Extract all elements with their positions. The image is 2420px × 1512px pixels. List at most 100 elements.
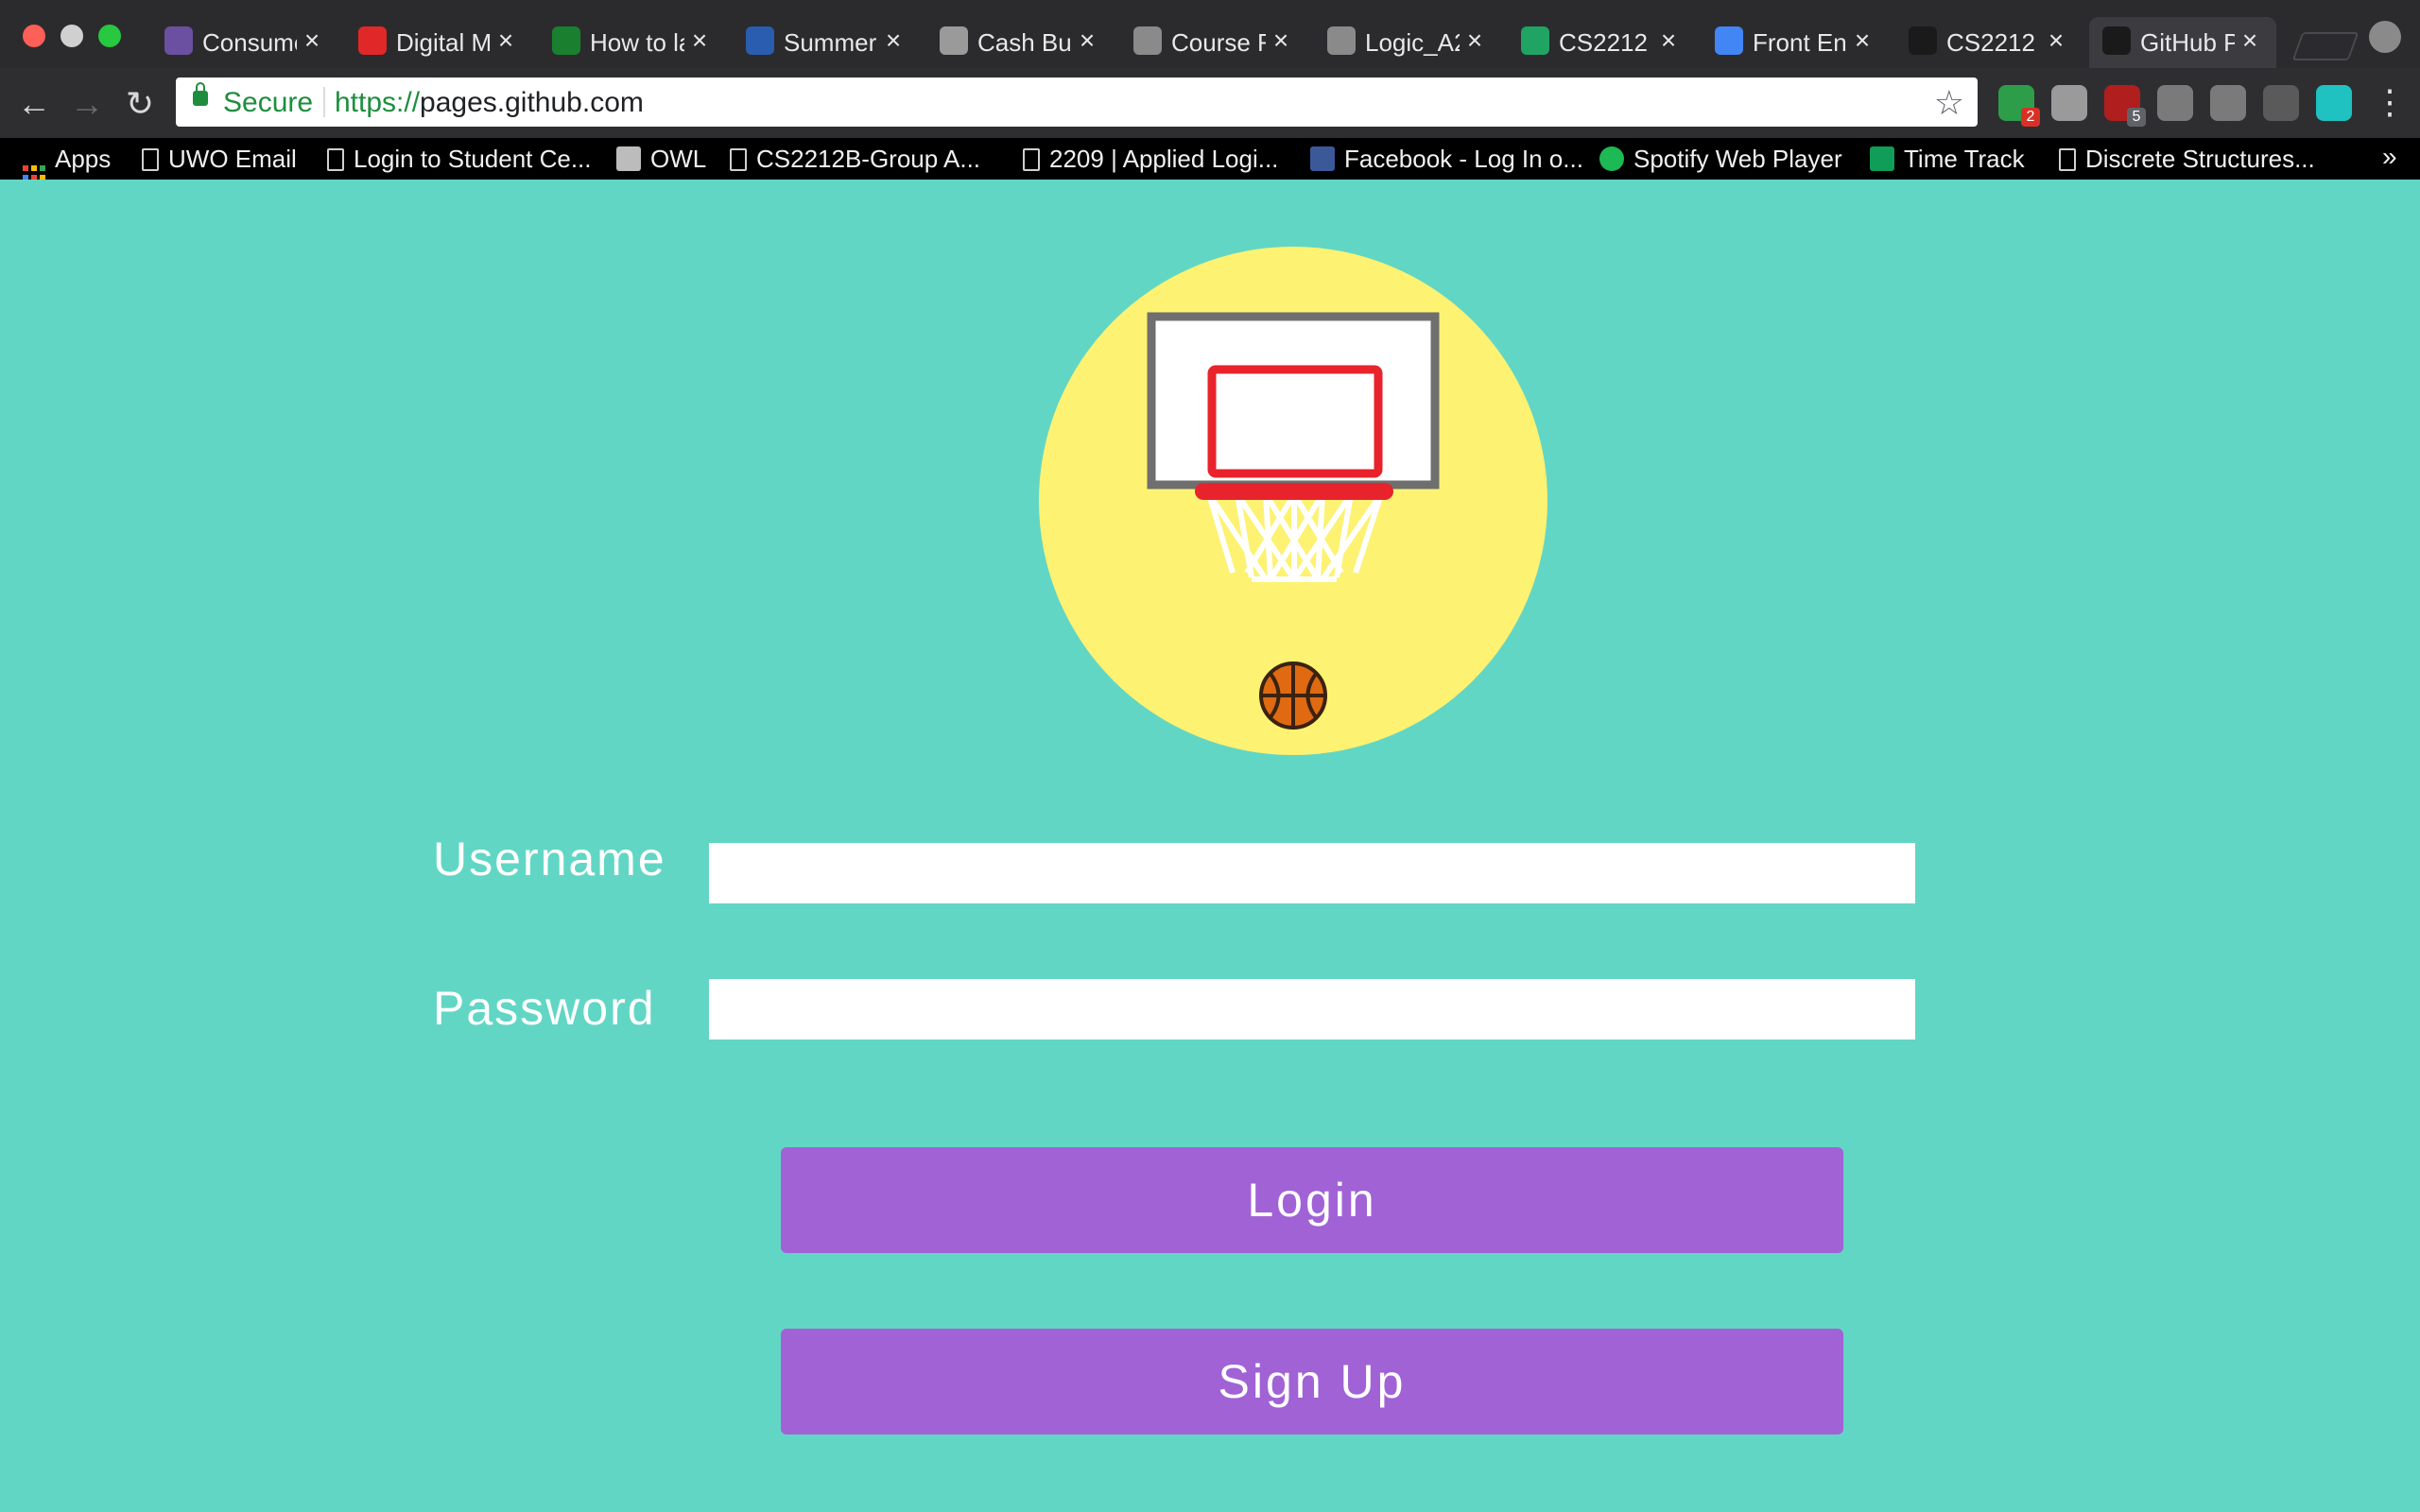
facebook-icon [1310, 146, 1335, 171]
gdocs-favicon [1715, 26, 1743, 55]
bookmark-label: OWL [650, 145, 707, 173]
bookmark-star-icon[interactable]: ☆ [1934, 83, 1964, 123]
doc-icon [1023, 148, 1040, 171]
green-extension-icon[interactable]: 2 [1998, 85, 2040, 127]
drive-favicon [1521, 26, 1549, 55]
tab-close-icon[interactable]: × [1270, 26, 1292, 55]
tab-close-icon[interactable]: × [301, 26, 323, 55]
lock-icon [193, 82, 208, 106]
tab-title: CS2212 [1946, 28, 2035, 57]
tab-title: Course F [1171, 28, 1266, 57]
browser-tab[interactable]: Front En × [1702, 17, 1889, 68]
tab-close-icon[interactable]: × [688, 26, 711, 55]
browser-tab[interactable]: Digital M × [345, 17, 532, 68]
basketball-hoop-icon [1147, 312, 1440, 730]
browser-tab[interactable]: Course F × [1120, 17, 1307, 68]
tab-title: Summer [784, 28, 877, 57]
video-favicon [552, 26, 580, 55]
profile-icon[interactable] [2369, 21, 2401, 53]
doc-favicon [1327, 26, 1356, 55]
page-content: Username Password Login Sign Up [0, 180, 2420, 1512]
tab-close-icon[interactable]: × [494, 26, 517, 55]
password-input[interactable] [709, 979, 1915, 1040]
bookmark-item[interactable]: UWO Email [142, 142, 297, 176]
bank-favicon [746, 26, 774, 55]
bookmark-item[interactable]: Login to Student Ce... [327, 142, 592, 176]
forward-arrow-icon[interactable]: → [68, 85, 106, 123]
browser-tab[interactable]: CS2212 × [1895, 17, 2083, 68]
bookmark-label: Apps [55, 145, 112, 173]
ublock-extension-icon[interactable]: 5 [2104, 85, 2146, 127]
tab-title: CS2212 [1559, 28, 1648, 57]
signup-button[interactable]: Sign Up [781, 1329, 1843, 1435]
browser-tab[interactable]: How to la × [539, 17, 726, 68]
bookmark-item[interactable]: Discrete Structures... [2059, 142, 2315, 176]
m-extension-icon[interactable] [2316, 85, 2352, 121]
tab-close-icon[interactable]: × [1851, 26, 1874, 55]
reload-icon[interactable]: ↻ [121, 85, 159, 123]
tab-close-icon[interactable]: × [2045, 26, 2067, 55]
username-label: Username [433, 833, 666, 885]
tab-title: Cash Bu [977, 28, 1072, 57]
url-host: pages.github.com [420, 87, 644, 118]
tab-title: GitHub P [2140, 28, 2235, 57]
url-scheme: https:// [335, 87, 421, 118]
extension-badge: 2 [2021, 108, 2040, 127]
tab-close-icon[interactable]: × [882, 26, 905, 55]
chrome-menu-icon[interactable]: ⋮ [2373, 85, 2407, 123]
browser-tab[interactable]: Logic_A2 × [1314, 17, 1501, 68]
digital-favicon [358, 26, 387, 55]
maximize-window-button[interactable] [98, 25, 121, 47]
address-bar[interactable]: Secure https://pages.github.com ☆ [176, 77, 1978, 127]
bookmark-label: UWO Email [168, 145, 297, 173]
extension-badge: 5 [2127, 108, 2146, 127]
browser-tab[interactable]: Cash Bu × [926, 17, 1114, 68]
browser-tab[interactable]: Consume× [151, 17, 338, 68]
tab-title: How to la [590, 28, 684, 57]
tab-close-icon[interactable]: × [1463, 26, 1486, 55]
doc-icon [730, 148, 747, 171]
browser-tab[interactable]: CS2212 × [1508, 17, 1695, 68]
tab-title: Logic_A2 [1365, 28, 1460, 57]
color-extension-icon[interactable] [2263, 85, 2299, 121]
close-window-button[interactable] [23, 25, 45, 47]
doc-icon [142, 148, 159, 171]
github-favicon [2102, 26, 2131, 55]
bookmark-item[interactable]: OWL [616, 142, 706, 176]
spotify-icon [1599, 146, 1624, 171]
bookmark-item[interactable]: Apps [23, 142, 112, 190]
bookmark-label: Spotify Web Player [1634, 145, 1842, 173]
tab-close-icon[interactable]: × [1657, 26, 1680, 55]
tab-close-icon[interactable]: × [1076, 26, 1098, 55]
doc-icon [2059, 148, 2076, 171]
username-input[interactable] [709, 843, 1915, 903]
bookmark-item[interactable]: 2209 | Applied Logi... [1023, 142, 1278, 176]
minimize-window-button[interactable] [60, 25, 83, 47]
shield-favicon [164, 26, 193, 55]
browser-tab[interactable]: Summer × [733, 17, 920, 68]
recycle-extension-icon[interactable] [2210, 85, 2246, 121]
bookmark-item[interactable]: CS2212B-Group A... [730, 142, 980, 176]
tab-title: Front En [1753, 28, 1847, 57]
drive-extension-icon[interactable] [2051, 85, 2087, 121]
bookmark-item[interactable]: Spotify Web Player [1599, 142, 1842, 176]
bookmarks-overflow-icon[interactable]: » [2382, 142, 2397, 172]
login-button[interactable]: Login [781, 1147, 1843, 1253]
new-tab-button[interactable] [2291, 32, 2360, 60]
sheets-icon [1870, 146, 1894, 171]
mustang-favicon [940, 26, 968, 55]
url-separator [323, 87, 325, 117]
doc-favicon [1133, 26, 1162, 55]
back-arrow-icon[interactable]: ← [15, 85, 53, 123]
browser-tab[interactable]: GitHub P × [2089, 17, 2276, 68]
bookmark-label: Discrete Structures... [2085, 145, 2315, 173]
power-extension-icon[interactable] [2157, 85, 2193, 121]
bookmark-item[interactable]: Time Track [1870, 142, 2025, 176]
bookmark-label: Time Track [1904, 145, 2025, 173]
bookmark-label: Login to Student Ce... [354, 145, 592, 173]
tab-close-icon[interactable]: × [2238, 26, 2261, 55]
bookmark-item[interactable]: Facebook - Log In o... [1310, 142, 1583, 176]
bookmark-label: CS2212B-Group A... [756, 145, 981, 173]
tab-strip: Consume×Digital M×How to la×Summer×Cash … [0, 0, 2420, 68]
url-text: https://pages.github.com [335, 87, 644, 119]
